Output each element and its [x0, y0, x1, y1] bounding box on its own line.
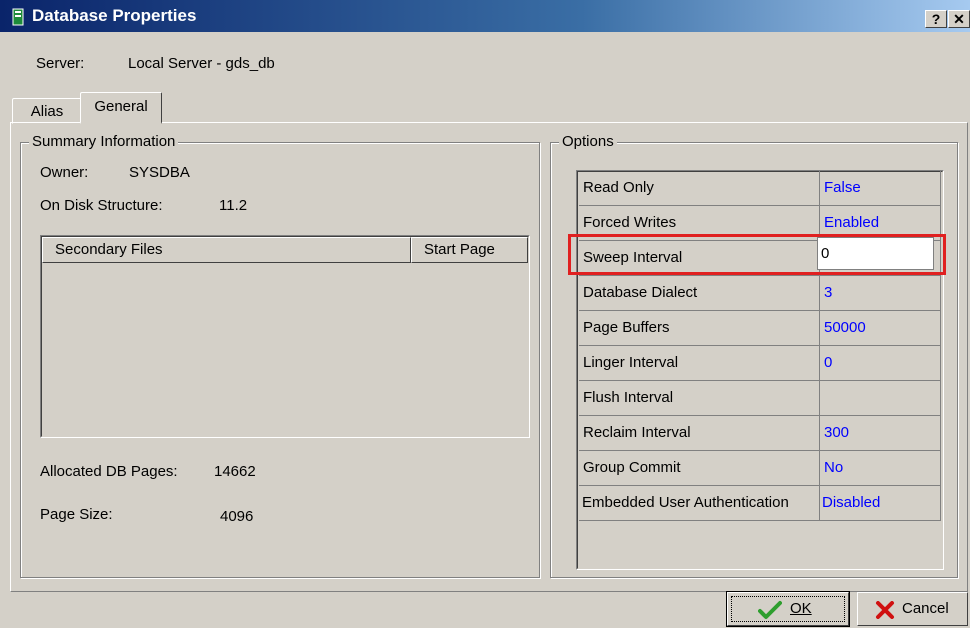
- option-name-linger-interval[interactable]: Linger Interval: [579, 346, 820, 381]
- option-name-embedded-user-authentication[interactable]: Embedded User Authentication: [579, 486, 820, 521]
- option-value-read-only[interactable]: False: [820, 171, 941, 206]
- option-name-group-commit[interactable]: Group Commit: [579, 451, 820, 486]
- option-name-flush-interval[interactable]: Flush Interval: [579, 381, 820, 416]
- sweep-interval-highlight: [568, 234, 946, 275]
- options-property-grid[interactable]: Read Only False Forced Writes Enabled Sw…: [576, 170, 944, 570]
- option-value-flush-interval[interactable]: [820, 381, 941, 416]
- option-name-page-buffers[interactable]: Page Buffers: [579, 311, 820, 346]
- option-value-reclaim-interval[interactable]: 300: [820, 416, 941, 451]
- tab-alias[interactable]: Alias: [12, 98, 82, 124]
- window-title: Database Properties: [32, 6, 197, 25]
- option-value-linger-interval[interactable]: 0: [820, 346, 941, 381]
- ods-label: On Disk Structure:: [40, 197, 163, 214]
- allocated-pages-label: Allocated DB Pages:: [40, 463, 178, 480]
- server-label: Server:: [36, 55, 85, 72]
- option-name-database-dialect[interactable]: Database Dialect: [579, 276, 820, 311]
- checkmark-icon: [758, 601, 782, 619]
- ok-button[interactable]: OK: [726, 591, 850, 627]
- option-value-page-buffers[interactable]: 50000: [820, 311, 941, 346]
- owner-label: Owner:: [40, 164, 89, 181]
- page-size-label: Page Size:: [40, 506, 113, 523]
- option-name-reclaim-interval[interactable]: Reclaim Interval: [579, 416, 820, 451]
- option-name-read-only[interactable]: Read Only: [579, 171, 820, 206]
- owner-value: SYSDBA: [129, 164, 190, 181]
- option-value-database-dialect[interactable]: 3: [820, 276, 941, 311]
- database-properties-dialog: Database Properties ? ✕ Server: Local Se…: [0, 0, 970, 628]
- tab-general[interactable]: General: [80, 92, 162, 124]
- cancel-button[interactable]: Cancel: [857, 592, 968, 626]
- cancel-button-label: Cancel: [902, 600, 949, 617]
- close-button[interactable]: ✕: [948, 10, 970, 28]
- page-size-value: 4096: [220, 508, 254, 525]
- server-value: Local Server - gds_db: [128, 55, 275, 72]
- database-icon: [12, 8, 24, 26]
- options-group-title: Options: [559, 133, 617, 150]
- secondary-files-list[interactable]: Secondary Files Start Page: [40, 235, 530, 438]
- help-button[interactable]: ?: [925, 10, 947, 28]
- ok-button-label: OK: [790, 600, 812, 617]
- cancel-x-icon: [876, 601, 894, 619]
- column-header-secondary-files[interactable]: Secondary Files: [42, 237, 411, 263]
- column-header-start-page[interactable]: Start Page: [411, 237, 528, 263]
- ods-value: 11.2: [219, 197, 248, 214]
- option-value-embedded-user-authentication[interactable]: Disabled: [820, 486, 941, 521]
- option-value-group-commit[interactable]: No: [820, 451, 941, 486]
- summary-group-title: Summary Information: [29, 133, 179, 150]
- title-bar: Database Properties ? ✕: [0, 0, 970, 32]
- allocated-pages-value: 14662: [214, 463, 256, 480]
